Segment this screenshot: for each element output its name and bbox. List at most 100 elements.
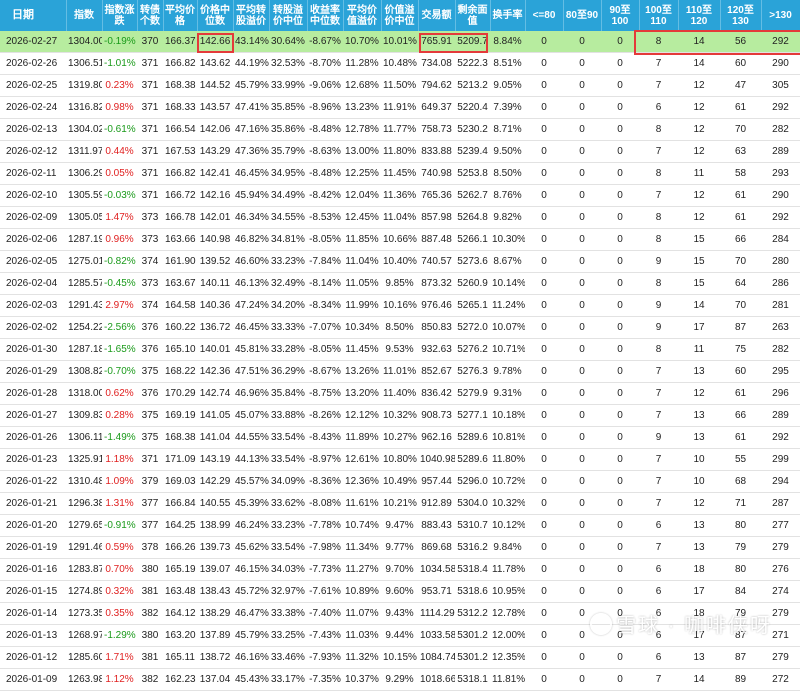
- col-header-avg-conv-premium[interactable]: 平均转股溢价: [233, 0, 270, 31]
- table-row[interactable]: 2026-02-24 1316.82 0.98% 371 168.33 143.57 47.…: [0, 96, 800, 119]
- cell-avg-conv-premium: 45.43%: [233, 668, 269, 691]
- cell-bucket-80-90: 0: [563, 272, 601, 295]
- table-row[interactable]: 2026-02-11 1306.29 0.05% 371 166.82 142.41 46.…: [0, 162, 800, 185]
- col-header-bond-count[interactable]: 转债个数: [137, 0, 164, 31]
- table-row[interactable]: 2026-02-04 1285.57 -0.45% 373 163.67 140.11 46…: [0, 272, 800, 295]
- cell-index-change: -0.70%: [102, 360, 137, 383]
- cell-avg-conv-premium: 45.94%: [233, 184, 269, 207]
- col-header-avg-price[interactable]: 平均价格: [163, 0, 198, 31]
- col-header-median-yield[interactable]: 收益率中位数: [307, 0, 344, 31]
- cell-median-conv-premium: 33.99%: [269, 74, 307, 97]
- cell-bucket-80-90: 0: [563, 52, 601, 75]
- table-row[interactable]: 2026-01-29 1308.82 -0.70% 375 168.22 142.36 47…: [0, 360, 800, 383]
- cell-bucket-100-110: 7: [639, 536, 678, 559]
- cell-bucket-110-120: 15: [678, 272, 720, 295]
- table-row[interactable]: 2026-02-09 1305.05 1.47% 373 166.78 142.01 46.…: [0, 206, 800, 229]
- cell-remaining-face: 5289.6: [455, 426, 490, 449]
- cell-bucket-110-120: 11: [678, 338, 720, 361]
- table-row[interactable]: 2026-01-16 1283.87 0.70% 380 165.19 139.07 46.…: [0, 558, 800, 581]
- col-header-date[interactable]: 日期: [0, 0, 67, 31]
- cell-turnover-rate: 10.95%: [490, 580, 525, 603]
- table-row[interactable]: 2026-02-03 1291.43 2.97% 374 164.58 140.36 47.…: [0, 294, 800, 317]
- table-row[interactable]: 2026-01-20 1279.65 -0.91% 377 164.25 138.99 46…: [0, 514, 800, 537]
- table-row[interactable]: 2026-02-12 1311.97 0.44% 371 167.53 143.29 47.…: [0, 140, 800, 163]
- cell-remaining-face: 5301.2: [455, 646, 490, 669]
- cell-index: 1304.02: [66, 118, 102, 141]
- cell-bucket-le80: 0: [525, 96, 563, 119]
- table-row[interactable]: 2026-02-05 1275.01 -0.82% 374 161.90 139.52 46…: [0, 250, 800, 273]
- cell-bucket-120-130: 80: [720, 558, 761, 581]
- cell-bucket-gt130: 305: [761, 74, 800, 97]
- col-header-bucket-110-120[interactable]: 110至120: [678, 0, 721, 31]
- table-row[interactable]: 2026-02-26 1306.51 -1.01% 371 166.82 143.62 44…: [0, 52, 800, 75]
- table-row[interactable]: 2026-01-09 1263.98 1.12% 382 162.23 137.04 45.…: [0, 668, 800, 691]
- cell-bond-count: 375: [137, 426, 163, 449]
- table-row[interactable]: 2026-01-30 1287.18 -1.65% 376 165.10 140.01 45…: [0, 338, 800, 361]
- cell-avg-value-premium: 12.04%: [343, 184, 381, 207]
- cell-turnover-rate: 11.81%: [490, 668, 525, 691]
- col-header-bucket-le80[interactable]: <=80: [525, 0, 564, 31]
- cell-remaining-face: 5266.1: [455, 228, 490, 251]
- cell-median-conv-premium: 34.55%: [269, 206, 307, 229]
- table-row[interactable]: 2026-01-26 1306.11 -1.49% 375 168.38 141.04 44…: [0, 426, 800, 449]
- cell-avg-price: 169.03: [163, 470, 197, 493]
- cell-bucket-le80: 0: [525, 558, 563, 581]
- col-header-bucket-90-100[interactable]: 90至100: [601, 0, 640, 31]
- table-row[interactable]: 2026-01-27 1309.83 0.28% 375 169.19 141.05 45.…: [0, 404, 800, 427]
- table-row[interactable]: 2026-01-12 1285.60 1.71% 381 165.11 138.72 46.…: [0, 646, 800, 669]
- cell-bucket-100-110: 9: [639, 316, 678, 339]
- cell-median-price: 142.06: [197, 118, 233, 141]
- cell-bucket-100-110: 9: [639, 250, 678, 273]
- col-header-bucket-100-110[interactable]: 100至110: [639, 0, 679, 31]
- table-row[interactable]: 2026-01-21 1296.38 1.31% 377 166.84 140.55 45.…: [0, 492, 800, 515]
- cell-remaining-face: 5264.8: [455, 206, 490, 229]
- col-header-avg-value-premium[interactable]: 平均价值溢价: [343, 0, 382, 31]
- table-body: 2026-02-27 1304.00 -0.19% 370 166.37 142.66 43…: [0, 31, 800, 691]
- table-row[interactable]: 2026-01-28 1318.00 0.62% 376 170.29 142.74 46.…: [0, 382, 800, 405]
- col-header-turnover-rate[interactable]: 换手率: [490, 0, 526, 31]
- table-row[interactable]: 2026-01-22 1310.48 1.09% 379 169.03 142.29 45.…: [0, 470, 800, 493]
- cell-date: 2026-01-22: [0, 470, 66, 493]
- cell-median-conv-premium: 32.53%: [269, 52, 307, 75]
- cell-index: 1274.89: [66, 580, 102, 603]
- cell-median-yield: -8.67%: [307, 360, 343, 383]
- cell-median-value-premium: 10.49%: [381, 470, 418, 493]
- cell-avg-conv-premium: 46.82%: [233, 228, 269, 251]
- table-row[interactable]: 2026-01-23 1325.91 1.18% 371 171.09 143.19 44.…: [0, 448, 800, 471]
- cell-bucket-90-100: 0: [601, 580, 639, 603]
- cell-median-value-premium: 11.01%: [381, 360, 418, 383]
- cell-bucket-gt130: 284: [761, 228, 800, 251]
- col-header-median-value-premium[interactable]: 价值溢价中位: [381, 0, 419, 31]
- col-header-bucket-80-90[interactable]: 80至90: [563, 0, 602, 31]
- table-row[interactable]: 2026-01-19 1291.46 0.59% 378 166.26 139.73 45.…: [0, 536, 800, 559]
- cell-bucket-100-110: 7: [639, 668, 678, 691]
- cell-bucket-gt130: 292: [761, 206, 800, 229]
- col-header-index[interactable]: 指数: [66, 0, 103, 31]
- table-row[interactable]: 2026-02-25 1319.80 0.23% 371 168.38 144.52 45.…: [0, 74, 800, 97]
- table-row[interactable]: 2026-02-13 1304.02 -0.61% 371 166.54 142.06 47…: [0, 118, 800, 141]
- table-row[interactable]: 2026-01-15 1274.89 0.32% 381 163.48 138.43 45.…: [0, 580, 800, 603]
- cell-bucket-90-100: 0: [601, 470, 639, 493]
- cell-remaining-face: 5253.8: [455, 162, 490, 185]
- col-header-remaining-face[interactable]: 剩余面值: [455, 0, 491, 31]
- table-row[interactable]: 2026-02-06 1287.19 0.96% 373 163.66 140.98 46.…: [0, 228, 800, 251]
- col-header-bucket-gt130[interactable]: >130: [761, 0, 800, 31]
- cell-bucket-120-130: 66: [720, 404, 761, 427]
- cell-avg-value-premium: 11.34%: [343, 536, 381, 559]
- table-row[interactable]: 2026-02-02 1254.22 -2.56% 376 160.22 136.72 46…: [0, 316, 800, 339]
- col-header-median-price[interactable]: 价格中位数: [197, 0, 234, 31]
- col-header-bucket-120-130[interactable]: 120至130: [720, 0, 762, 31]
- cell-index: 1254.22: [66, 316, 102, 339]
- cell-bucket-90-100: 0: [601, 426, 639, 449]
- cell-median-yield: -8.43%: [307, 426, 343, 449]
- col-header-median-conv-premium[interactable]: 转股溢价中位: [269, 0, 308, 31]
- cell-avg-price: 169.19: [163, 404, 197, 427]
- cell-remaining-face: 5220.4: [455, 96, 490, 119]
- table-row[interactable]: 2026-02-10 1305.59 -0.03% 371 166.72 142.16 45…: [0, 184, 800, 207]
- cell-median-yield: -8.70%: [307, 52, 343, 75]
- col-header-index-change[interactable]: 指数涨跌: [102, 0, 138, 31]
- col-header-turnover-amount[interactable]: 交易额: [418, 0, 456, 31]
- table-row[interactable]: 2026-02-27 1304.00 -0.19% 370 166.37 142.66 43…: [0, 31, 800, 53]
- cell-index: 1268.97: [66, 624, 102, 647]
- cell-index-change: 1.47%: [102, 206, 137, 229]
